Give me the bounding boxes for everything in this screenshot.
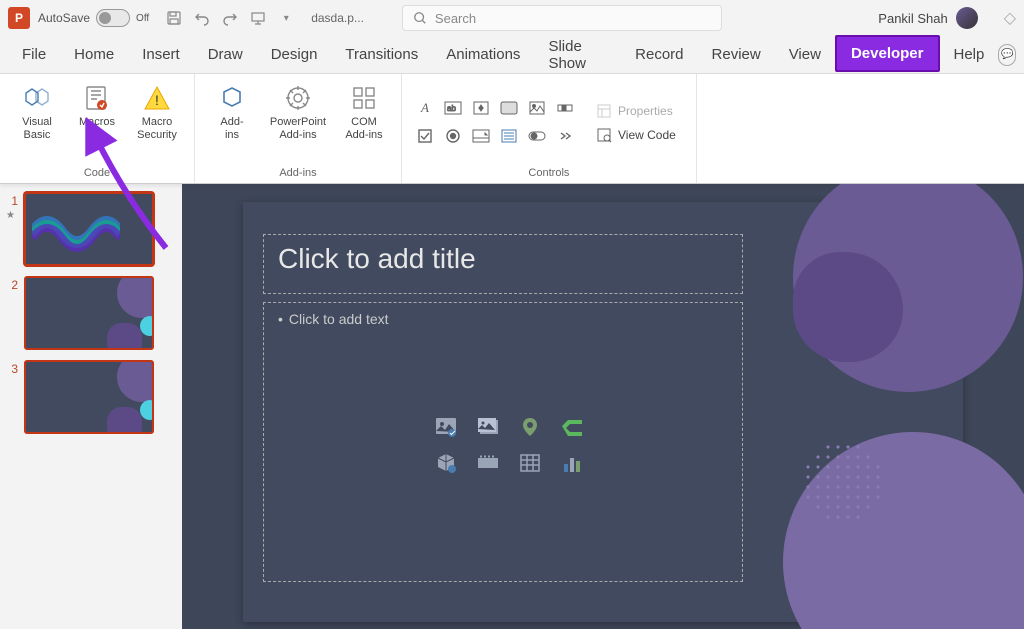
thumb-number: 3 bbox=[6, 362, 18, 376]
addins-button[interactable]: Add-ins bbox=[203, 78, 261, 146]
search-placeholder: Search bbox=[435, 11, 476, 26]
comments-button[interactable]: 💬 bbox=[998, 44, 1016, 66]
morecontrols-icon[interactable] bbox=[554, 125, 576, 147]
combobox-control-icon[interactable] bbox=[470, 125, 492, 147]
smartart-icon[interactable] bbox=[560, 415, 584, 439]
autosave-state: Off bbox=[136, 13, 149, 24]
animation-star-icon: ★ bbox=[6, 210, 18, 221]
autosave-control[interactable]: AutoSave Off bbox=[38, 9, 149, 27]
controls-grid: A ab bbox=[410, 93, 582, 153]
tab-record[interactable]: Record bbox=[621, 38, 697, 71]
tab-animations[interactable]: Animations bbox=[432, 38, 534, 71]
visual-basic-button[interactable]: VisualBasic bbox=[8, 78, 66, 146]
filename[interactable]: dasda.p... bbox=[311, 11, 364, 25]
togglebutton-control-icon[interactable] bbox=[526, 125, 548, 147]
qat-dropdown-icon[interactable]: ▾ bbox=[277, 9, 295, 27]
com-addins-label: COMAdd-ins bbox=[345, 116, 382, 142]
checkbox-control-icon[interactable] bbox=[414, 125, 436, 147]
view-code-label: View Code bbox=[618, 128, 676, 142]
tab-insert[interactable]: Insert bbox=[128, 38, 194, 71]
properties-button[interactable]: Properties bbox=[592, 101, 680, 121]
view-code-button[interactable]: View Code bbox=[592, 125, 680, 145]
properties-label: Properties bbox=[618, 104, 673, 118]
tab-transitions[interactable]: Transitions bbox=[331, 38, 432, 71]
thumb-number: 2 bbox=[6, 278, 18, 292]
group-controls: A ab Properties Vie bbox=[402, 74, 697, 183]
autosave-label: AutoSave bbox=[38, 11, 90, 25]
chart-icon[interactable] bbox=[560, 451, 584, 475]
tab-review[interactable]: Review bbox=[698, 38, 775, 71]
decoration-blob bbox=[793, 252, 903, 362]
3dmodels-icon[interactable] bbox=[434, 451, 458, 475]
presentation-icon[interactable] bbox=[249, 9, 267, 27]
com-addins-button[interactable]: COMAdd-ins bbox=[335, 78, 393, 146]
ppt-addins-label: PowerPointAdd-ins bbox=[270, 116, 326, 142]
ribbon-tabs: File Home Insert Draw Design Transitions… bbox=[0, 36, 1024, 74]
app-icon: P bbox=[8, 7, 30, 29]
ppt-addins-icon bbox=[282, 82, 314, 114]
svg-text:ab: ab bbox=[447, 104, 456, 113]
bullet-icon: • bbox=[278, 311, 283, 327]
avatar bbox=[956, 7, 978, 29]
text-placeholder: Click to add text bbox=[289, 311, 389, 327]
addins-label: Add-ins bbox=[220, 116, 243, 142]
svg-text:!: ! bbox=[155, 92, 159, 108]
commandbutton-control-icon[interactable] bbox=[498, 97, 520, 119]
macros-icon bbox=[81, 82, 113, 114]
tab-help[interactable]: Help bbox=[940, 38, 999, 71]
annotation-arrow bbox=[66, 118, 186, 258]
group-addins-label: Add-ins bbox=[279, 167, 316, 181]
autosave-toggle[interactable] bbox=[96, 9, 130, 27]
tab-design[interactable]: Design bbox=[257, 38, 332, 71]
video-icon[interactable] bbox=[476, 451, 500, 475]
search-box[interactable]: Search bbox=[402, 5, 722, 31]
diamond-icon[interactable]: ◇ bbox=[1004, 8, 1016, 28]
com-addins-icon bbox=[348, 82, 380, 114]
ppt-addins-button[interactable]: PowerPointAdd-ins bbox=[263, 78, 333, 146]
tab-developer[interactable]: Developer bbox=[835, 35, 940, 72]
group-addins: Add-ins PowerPointAdd-ins COMAdd-ins Add… bbox=[195, 74, 402, 183]
view-code-icon bbox=[596, 127, 612, 143]
image-control-icon[interactable] bbox=[526, 97, 548, 119]
visual-basic-icon bbox=[21, 82, 53, 114]
spinbutton-control-icon[interactable] bbox=[470, 97, 492, 119]
search-icon bbox=[413, 11, 427, 25]
content-placeholder[interactable]: • Click to add text bbox=[263, 302, 743, 582]
thumb-number: 1 bbox=[6, 194, 18, 208]
slide-thumbnail-3[interactable] bbox=[24, 360, 154, 434]
stock-images-icon[interactable] bbox=[434, 415, 458, 439]
title-bar: P AutoSave Off ▾ dasda.p... Search Panki… bbox=[0, 0, 1024, 36]
save-icon[interactable] bbox=[165, 9, 183, 27]
undo-icon[interactable] bbox=[193, 9, 211, 27]
slide-canvas[interactable]: Click to add title • Click to add text bbox=[182, 184, 1024, 629]
properties-icon bbox=[596, 103, 612, 119]
tab-view[interactable]: View bbox=[775, 38, 835, 71]
username: Pankil Shah bbox=[878, 11, 947, 26]
group-controls-label: Controls bbox=[528, 167, 569, 181]
user-account[interactable]: Pankil Shah bbox=[868, 7, 987, 29]
listbox-control-icon[interactable] bbox=[498, 125, 520, 147]
visual-basic-label: VisualBasic bbox=[22, 116, 52, 142]
tab-home[interactable]: Home bbox=[60, 38, 128, 71]
tab-slideshow[interactable]: Slide Show bbox=[534, 30, 621, 80]
scrollbar-control-icon[interactable] bbox=[554, 97, 576, 119]
title-placeholder[interactable]: Click to add title bbox=[263, 234, 743, 294]
macro-security-icon: ! bbox=[141, 82, 173, 114]
label-control-icon[interactable]: A bbox=[414, 97, 436, 119]
optionbutton-control-icon[interactable] bbox=[442, 125, 464, 147]
slide-thumbnail-2[interactable] bbox=[24, 276, 154, 350]
addins-icon bbox=[216, 82, 248, 114]
redo-icon[interactable] bbox=[221, 9, 239, 27]
tab-file[interactable]: File bbox=[8, 38, 60, 71]
icons-icon[interactable] bbox=[518, 415, 542, 439]
textbox-control-icon[interactable]: ab bbox=[442, 97, 464, 119]
decoration-dots bbox=[803, 442, 883, 522]
tab-draw[interactable]: Draw bbox=[194, 38, 257, 71]
pictures-icon[interactable] bbox=[476, 415, 500, 439]
slide: Click to add title • Click to add text bbox=[243, 202, 963, 622]
table-icon[interactable] bbox=[518, 451, 542, 475]
